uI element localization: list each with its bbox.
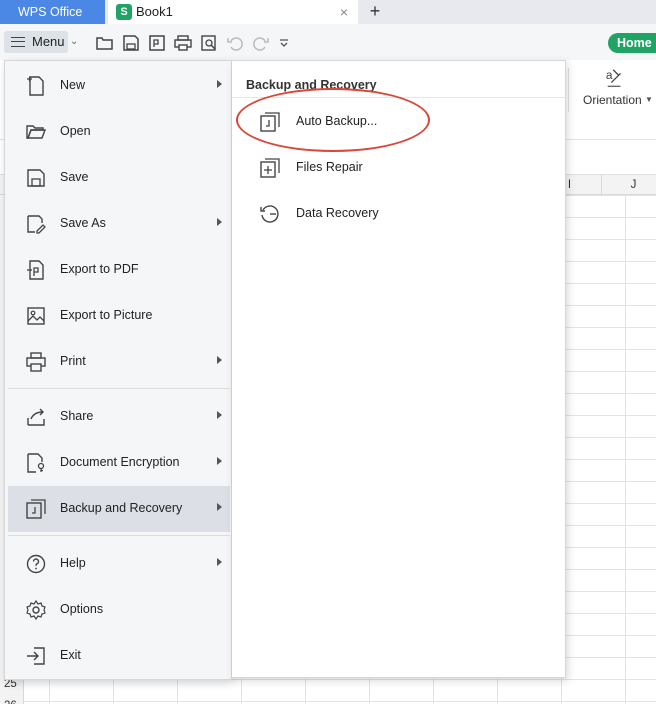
menu-item-backup-recovery[interactable]: Backup and Recovery xyxy=(8,486,230,532)
redo-icon[interactable] xyxy=(252,34,270,52)
chevron-right-icon xyxy=(217,558,222,566)
save-icon xyxy=(27,169,45,187)
menu-item-help[interactable]: Help xyxy=(8,541,230,587)
menu-item-export-picture[interactable]: Export to Picture xyxy=(8,293,230,339)
menu-button[interactable]: Menu xyxy=(4,31,68,53)
tab-book1[interactable]: S Book1 × xyxy=(108,0,358,24)
menu-item-save-as[interactable]: Save As xyxy=(8,201,230,247)
new-file-icon xyxy=(27,76,44,96)
menu-item-new[interactable]: New xyxy=(8,63,230,109)
menu-item-label: Open xyxy=(60,124,91,138)
submenu-item-files-repair[interactable]: Files Repair xyxy=(232,145,566,191)
orientation-icon[interactable]: a xyxy=(604,66,626,90)
menu-item-label: Exit xyxy=(60,648,81,662)
help-icon xyxy=(26,554,46,574)
chevron-right-icon xyxy=(217,356,222,364)
chevron-right-icon xyxy=(217,503,222,511)
export-picture-icon xyxy=(27,307,45,325)
submenu-item-label: Data Recovery xyxy=(296,206,379,220)
menu-item-label: Print xyxy=(60,354,86,368)
menu-item-label: Export to Picture xyxy=(60,308,153,322)
chevron-right-icon xyxy=(217,218,222,226)
close-tab-icon[interactable]: × xyxy=(340,0,348,24)
orientation-label[interactable]: Orientation xyxy=(583,93,642,107)
share-icon xyxy=(27,408,45,426)
menu-button-label: Menu xyxy=(32,34,65,49)
submenu-item-label: Files Repair xyxy=(296,160,363,174)
print-icon[interactable] xyxy=(174,34,192,52)
menu-separator xyxy=(8,535,230,536)
row-header-26[interactable]: 26 xyxy=(0,700,24,704)
svg-text:a: a xyxy=(606,68,613,82)
menu-item-options[interactable]: Options xyxy=(8,587,230,633)
more-icon[interactable] xyxy=(278,34,290,52)
undo-icon[interactable] xyxy=(226,34,244,52)
tab-book1-label: Book1 xyxy=(136,4,173,19)
data-recovery-icon xyxy=(260,205,279,223)
save-as-icon xyxy=(27,215,46,234)
tab-wps-office[interactable]: WPS Office xyxy=(0,0,105,24)
menu-item-label: Save xyxy=(60,170,89,184)
chevron-right-icon xyxy=(217,457,222,465)
document-encryption-icon xyxy=(27,453,45,473)
spreadsheet-icon: S xyxy=(116,4,132,20)
gear-icon xyxy=(26,600,46,620)
menu-item-export-pdf[interactable]: Export to PDF xyxy=(8,247,230,293)
export-pdf-icon[interactable] xyxy=(148,34,166,52)
menu-item-label: Export to PDF xyxy=(60,262,139,276)
open-icon[interactable] xyxy=(96,34,114,52)
tab-home[interactable]: Home xyxy=(608,33,656,53)
menu-item-document-encryption[interactable]: Document Encryption xyxy=(8,440,230,486)
quick-access-icons xyxy=(96,34,290,52)
menu-item-label: Options xyxy=(60,602,104,616)
orientation-caret-icon[interactable]: ▼ xyxy=(645,95,653,104)
save-icon[interactable] xyxy=(122,34,140,52)
menu-item-label: Document Encryption xyxy=(60,455,180,469)
submenu-item-data-recovery[interactable]: Data Recovery xyxy=(232,191,566,237)
submenu-title: Backup and Recovery xyxy=(246,78,377,92)
column-header-j[interactable]: J xyxy=(601,175,656,195)
exit-icon xyxy=(27,647,45,665)
auto-backup-icon xyxy=(260,112,280,132)
menu-item-open[interactable]: Open xyxy=(8,109,230,155)
menu-item-print[interactable]: Print xyxy=(8,339,230,385)
menu-item-label: Share xyxy=(60,409,94,423)
menu-item-label: Backup and Recovery xyxy=(60,501,183,515)
main-menu: New Open Save Save As Export to PDF Expo… xyxy=(4,60,232,680)
chevron-down-icon[interactable]: ⌄ xyxy=(70,31,84,53)
menu-separator xyxy=(8,388,230,389)
submenu-item-label: Auto Backup... xyxy=(296,114,378,128)
chevron-right-icon xyxy=(217,80,222,88)
print-icon xyxy=(26,352,46,372)
submenu-divider xyxy=(232,97,566,98)
backup-recovery-icon xyxy=(26,499,46,519)
menu-item-label: Help xyxy=(60,556,86,570)
menu-item-label: Save As xyxy=(60,216,106,230)
print-preview-icon[interactable] xyxy=(200,34,218,52)
menu-item-share[interactable]: Share xyxy=(8,394,230,440)
export-pdf-icon xyxy=(27,260,44,280)
submenu-item-auto-backup[interactable]: Auto Backup... xyxy=(232,99,566,145)
new-tab-button[interactable]: + xyxy=(364,0,386,24)
menu-item-save[interactable]: Save xyxy=(8,155,230,201)
hamburger-icon xyxy=(11,37,25,47)
menu-item-label: New xyxy=(60,78,86,92)
files-repair-icon xyxy=(260,158,280,178)
chevron-right-icon xyxy=(217,411,222,419)
ribbon-divider xyxy=(568,68,569,112)
folder-open-icon xyxy=(26,125,46,139)
backup-recovery-submenu: Backup and Recovery Auto Backup... Files… xyxy=(232,60,566,678)
menu-item-exit[interactable]: Exit xyxy=(8,633,230,679)
quick-access-toolbar: Menu ⌄ Home xyxy=(0,24,656,60)
title-bar: WPS Office S Book1 × + xyxy=(0,0,656,24)
